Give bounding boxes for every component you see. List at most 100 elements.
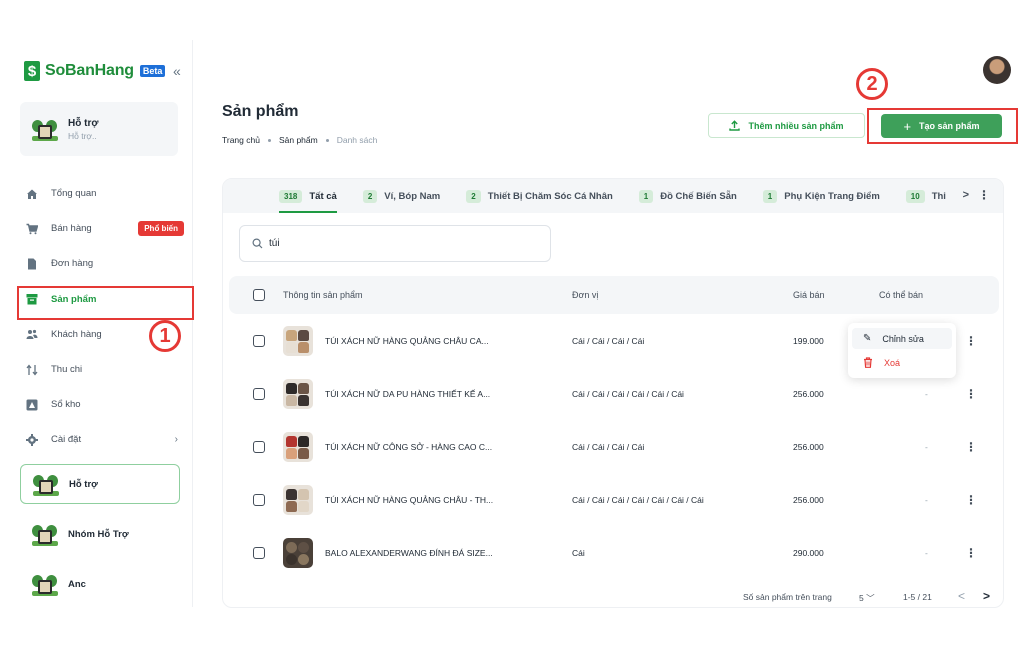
prev-page-button[interactable]: < [958,589,965,603]
product-available: - [925,494,928,505]
category-tabs: 318 Tất cả 2 Ví, Bóp Nam 2 Thiết Bị Chăm… [223,179,1003,213]
sidebar-item-label: Đơn hàng [51,258,94,270]
menu-item-label: Chỉnh sửa [882,333,924,344]
row-checkbox[interactable] [253,334,265,347]
product-thumbnail [283,431,313,462]
next-page-button[interactable]: > [983,589,990,603]
store-item-label: Anc [68,578,86,590]
breadcrumb-home[interactable]: Trang chủ [222,135,260,145]
row-actions-icon[interactable]: ⋮ [965,440,977,454]
trash-icon [864,357,872,368]
cart-icon [26,223,38,235]
breadcrumb-products[interactable]: Sản phẩm [279,135,318,145]
product-available: - [925,388,928,399]
collapse-sidebar-icon[interactable]: « [173,63,181,79]
product-name: TÚI XÁCH NỮ DA PU HÀNG THIẾT KẾ A... [325,388,491,399]
tab-label: Phụ Kiện Trang Điểm [784,190,880,202]
transfer-icon [26,363,38,376]
product-list-card: 318 Tất cả 2 Ví, Bóp Nam 2 Thiết Bị Chăm… [222,178,1004,608]
sidebar-item-warehouse[interactable]: Sổ kho [20,387,186,422]
plus-icon: + [903,118,912,134]
tab-label: Đồ Chế Biến Sẵn [660,190,737,202]
breadcrumb: Trang chủ Sản phẩm Danh sách [222,135,377,145]
sidebar-nav: Tổng quan Bán hàng Phổ biến Đơn hàng Sản… [17,176,194,458]
product-thumbnail [283,484,313,515]
sidebar-item-label: Cài đặt [51,434,82,446]
create-product-button[interactable]: + Tạo sản phẩm [881,114,1002,138]
store-item[interactable]: Hỗ trợ [20,464,180,504]
header-product-info: Thông tin sản phẩm [283,290,363,300]
tabs-more-icon[interactable]: ⋮ [978,188,990,202]
sidebar-item-label: Thu chi [51,364,83,376]
product-unit: Cái [572,547,585,558]
row-checkbox[interactable] [253,493,265,506]
product-name: BALO ALEXANDERWANG ĐÍNH ĐÁ SIZE... [325,547,493,558]
sidebar-item-cashflow[interactable]: Thu chi [20,352,186,387]
sidebar-item-orders[interactable]: Đơn hàng [20,246,186,281]
current-store-card[interactable]: Hỗ trợ Hỗ trợ.. [20,102,178,156]
tabs-next-icon[interactable]: > [963,189,969,201]
breadcrumb-separator [325,138,329,142]
row-actions-icon[interactable]: ⋮ [965,493,977,507]
row-context-menu: ✎ Chỉnh sửa Xoá [848,323,956,378]
search-input[interactable] [269,238,529,249]
row-checkbox[interactable] [253,387,265,400]
search-box[interactable] [239,225,551,262]
product-unit: Cái / Cái / Cái / Cái [572,441,645,452]
store-switcher-list: Hỗ trợ Nhóm Hỗ Trợ Anc [20,464,180,614]
brand-logo[interactable]: $ SoBanHang Beta [24,60,166,82]
row-actions-icon[interactable]: ⋮ [965,546,977,560]
header-price[interactable]: Giá bán [793,290,825,300]
tab-wallets[interactable]: 2 Ví, Bóp Nam [362,179,440,213]
import-products-button[interactable]: Thêm nhiều sản phẩm [708,113,865,138]
header-available[interactable]: Có thể bán [879,290,923,300]
store-avatar [32,117,58,141]
beta-badge: Beta [139,65,166,77]
table-row[interactable]: TÚI XÁCH NỮ HÀNG QUẢNG CHÂU - TH... Cái … [229,473,999,526]
tab-count: 2 [362,189,378,203]
product-price: 256.000 [793,441,824,452]
store-item[interactable]: Anc [20,564,180,604]
menu-item-edit[interactable]: ✎ Chỉnh sửa [852,328,952,349]
table-header: Thông tin sản phẩm Đơn vị Giá bán Có thể… [229,276,999,314]
sidebar-item-settings[interactable]: Cài đặt › [20,422,186,457]
tab-count: 318 [279,189,303,203]
store-item-label: Hỗ trợ [69,478,98,490]
user-avatar[interactable] [983,56,1011,84]
product-name: TÚI XÁCH NỮ CÔNG SỞ - HÀNG CAO C... [325,441,493,452]
store-name: Hỗ trợ [68,117,99,129]
tab-personal-care[interactable]: 2 Thiết Bị Chăm Sóc Cá Nhân [466,179,613,213]
store-item-label: Nhóm Hỗ Trợ [68,528,129,540]
tab-processed-food[interactable]: 1 Đồ Chế Biến Sẵn [638,179,737,213]
menu-item-delete[interactable]: Xoá [852,352,952,373]
header-unit: Đơn vị [572,290,599,300]
home-icon [26,188,38,200]
breadcrumb-separator [267,138,271,142]
chevron-down-icon: ﹀ [866,593,875,603]
product-thumbnail [283,325,313,356]
select-all-checkbox[interactable] [253,289,265,301]
product-available: - [925,547,928,558]
product-price: 199.000 [793,335,824,346]
row-actions-icon[interactable]: ⋮ [965,387,977,401]
tab-all[interactable]: 318 Tất cả [279,179,337,213]
chevron-right-icon: › [174,434,178,446]
rows-per-page-select[interactable]: 5 ﹀ [859,592,875,604]
create-product-label: Tạo sản phẩm [919,121,980,131]
sidebar-item-products[interactable]: Sản phẩm [17,282,194,320]
row-checkbox[interactable] [253,440,265,453]
document-icon [26,258,38,270]
tab-count: 10 [905,189,925,203]
row-actions-icon[interactable]: ⋮ [965,334,977,348]
tab-truncated[interactable]: 10 Thi [905,179,946,213]
tab-makeup-accessories[interactable]: 1 Phụ Kiện Trang Điểm [762,179,880,213]
pagination: Số sản phẩm trên trang 5 ﹀ 1-5 / 21 < > [223,587,1003,607]
warehouse-icon [26,399,38,411]
tab-label: Thi [931,190,946,202]
table-row[interactable]: BALO ALEXANDERWANG ĐÍNH ĐÁ SIZE... Cái 2… [229,526,999,579]
sidebar-item-overview[interactable]: Tổng quan [20,176,186,211]
sidebar-item-sales[interactable]: Bán hàng Phổ biến [20,211,186,246]
store-item[interactable]: Nhóm Hỗ Trợ [20,514,180,554]
row-checkbox[interactable] [253,546,265,559]
table-row[interactable]: TÚI XÁCH NỮ CÔNG SỞ - HÀNG CAO C... Cái … [229,420,999,473]
